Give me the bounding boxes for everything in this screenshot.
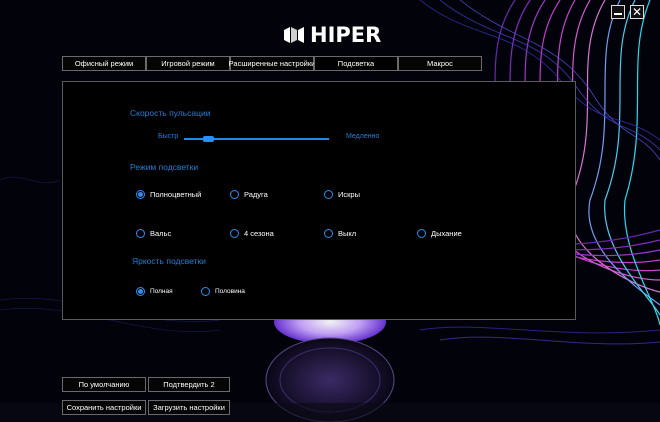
pulse-speed-slider-thumb[interactable] — [203, 136, 215, 142]
confirm-button[interactable]: Подтвердить 2 — [148, 377, 230, 392]
brightness-radio-half[interactable]: Половина — [201, 287, 245, 296]
mode-radio-label: Выкл — [338, 229, 357, 238]
mode-radio-four-seasons[interactable]: 4 сезона — [230, 229, 274, 238]
mode-radio-label: Дыхание — [431, 229, 462, 238]
radio-dot — [230, 190, 239, 199]
mode-radio-label: Вальс — [150, 229, 172, 238]
backlight-panel: Скорость пульсации Быстр Медленно Режим … — [62, 81, 576, 320]
hiper-logo-icon — [284, 27, 304, 43]
tab-backlight[interactable]: Подсветка — [314, 56, 398, 71]
brightness-title: Яркость подсветки — [132, 256, 206, 266]
brand-name: HIPER — [310, 23, 382, 47]
close-button[interactable]: ✕ — [630, 5, 644, 19]
mode-radio-breathing[interactable]: Дыхание — [417, 229, 462, 238]
radio-dot — [230, 229, 239, 238]
mode-radio-label: Радуга — [244, 190, 268, 199]
tab-game-mode[interactable]: Игровой режим — [146, 56, 230, 71]
brightness-radio-label: Полная — [150, 288, 173, 295]
brightness-radio-label: Половина — [215, 288, 245, 295]
radio-dot — [136, 287, 145, 296]
radio-dot — [324, 190, 333, 199]
brand-logo: HIPER — [282, 22, 381, 48]
tab-office-mode[interactable]: Офисный режим — [62, 56, 146, 71]
backlight-mode-title: Режим подсветки — [130, 162, 199, 172]
slider-slow-label: Медленно — [346, 133, 380, 140]
radio-dot — [417, 229, 426, 238]
brightness-radio-full[interactable]: Полная — [136, 287, 173, 296]
default-button[interactable]: По умолчанию — [62, 377, 146, 392]
close-icon: ✕ — [631, 5, 643, 19]
mode-radio-label: 4 сезона — [244, 229, 274, 238]
radio-dot — [324, 229, 333, 238]
mode-radio-sparks[interactable]: Искры — [324, 190, 360, 199]
mode-radio-fullcolor[interactable]: Полноцветный — [136, 190, 201, 199]
radio-dot — [136, 190, 145, 199]
slider-fast-label: Быстр — [158, 133, 179, 140]
mode-radio-label: Искры — [338, 190, 360, 199]
radio-dot — [136, 229, 145, 238]
save-settings-button[interactable]: Сохранить настройки — [62, 400, 146, 415]
minimize-button[interactable] — [611, 5, 625, 19]
tab-bar: Офисный режим Игровой режим Расширенные … — [62, 56, 482, 71]
tab-advanced-settings[interactable]: Расширенные настройки — [229, 56, 315, 71]
mode-radio-off[interactable]: Выкл — [324, 229, 356, 238]
load-settings-button[interactable]: Загрузить настройки — [148, 400, 230, 415]
radio-dot — [201, 287, 210, 296]
mode-radio-waltz[interactable]: Вальс — [136, 229, 171, 238]
pulse-speed-title: Скорость пульсации — [130, 108, 211, 118]
mode-radio-rainbow[interactable]: Радуга — [230, 190, 268, 199]
minimize-icon — [614, 13, 622, 15]
app-window: ✕ HIPER Офисный режим Игровой режим Расш… — [0, 0, 660, 422]
mode-radio-label: Полноцветный — [150, 190, 202, 199]
tab-macro[interactable]: Макрос — [398, 56, 482, 71]
